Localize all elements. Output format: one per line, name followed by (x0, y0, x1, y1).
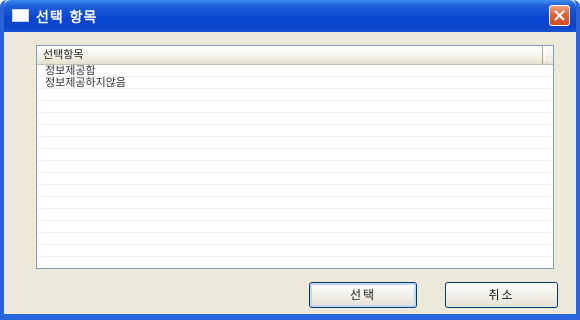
window-bottom-border (4, 314, 576, 316)
window-icon (12, 9, 29, 22)
title-bar[interactable]: 선택 항목 (4, 0, 576, 32)
list-gridlines (37, 65, 553, 268)
select-button[interactable]: 선택 (309, 282, 417, 308)
window-title: 선택 항목 (36, 10, 98, 26)
cancel-button[interactable]: 취소 (445, 282, 558, 308)
list-item[interactable]: 정보제공하지않음 (37, 77, 553, 89)
item-listbox[interactable]: 선택항목 정보제공함 정보제공하지않음 (36, 45, 554, 269)
list-rows: 정보제공함 정보제공하지않음 (37, 65, 553, 89)
dialog-window: 선택 항목 선택항목 정보제공함 정보제공하지않음 선택 취소 (0, 0, 580, 320)
column-divider (544, 49, 545, 61)
close-x-icon (554, 10, 565, 21)
list-header: 선택항목 (37, 46, 553, 65)
close-button[interactable] (549, 5, 570, 26)
column-header-selected-item[interactable]: 선택항목 (37, 46, 543, 64)
